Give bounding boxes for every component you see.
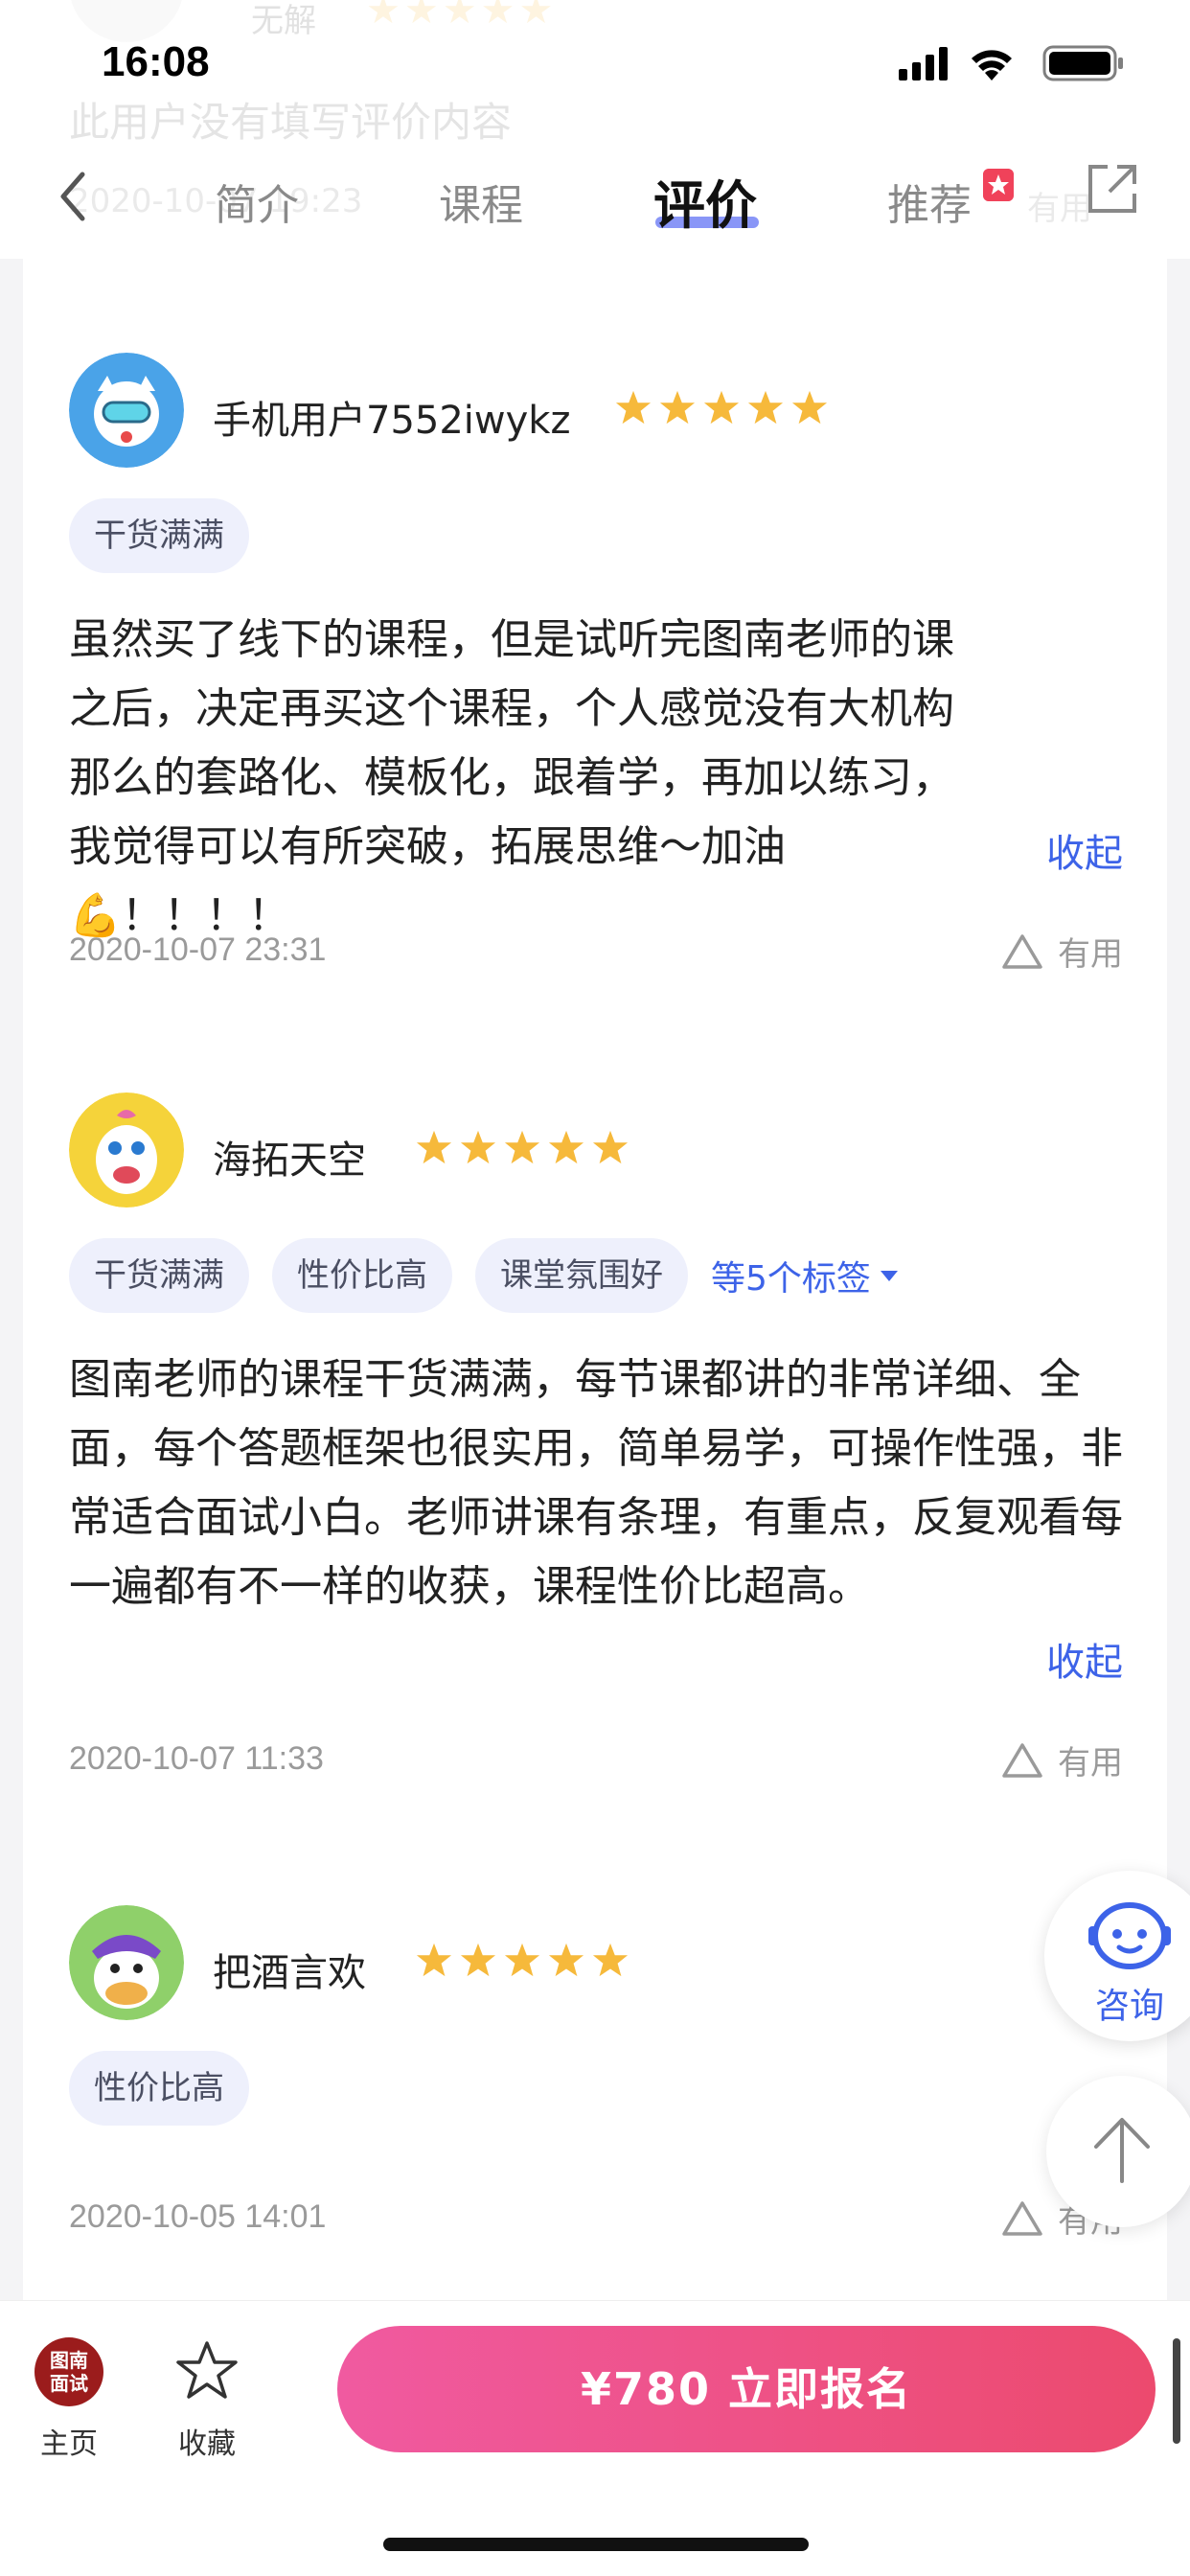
useful-label: 有用 — [1058, 1744, 1123, 1782]
review-date: 2020-10-05 14:01 — [69, 2198, 327, 2235]
bottom-action-bar: 图南 面试 主页 收藏 ¥780 立即报名 — [0, 2300, 1190, 2576]
review-tag[interactable]: 干货满满 — [69, 1238, 249, 1313]
review-body: 图南老师的课程干货满满，每节课都讲的非常详细、全面，每个答题框架也很实用，简单易… — [69, 1355, 1123, 1611]
home-label[interactable]: 主页 — [40, 2420, 98, 2462]
reviewer-name: 海拓天空 — [213, 1138, 366, 1183]
home-logo[interactable]: 图南 面试 — [34, 2337, 103, 2406]
review-tag[interactable]: 性价比高 — [272, 1238, 452, 1313]
logo-text-bottom: 面试 — [50, 2372, 88, 2395]
star-icon — [416, 1943, 452, 1977]
star-icon — [416, 1130, 452, 1164]
collapse-link[interactable]: 收起 — [1046, 822, 1123, 878]
review-tag[interactable]: 干货满满 — [69, 498, 249, 573]
back-to-top-button[interactable] — [1046, 2076, 1190, 2227]
tag-list: 性价比高 — [69, 2051, 249, 2126]
status-icons — [899, 45, 1123, 81]
review-card: 把酒言欢 性价比高 2020-10-05 14:01 有用 — [69, 1905, 1123, 2250]
rating-stars — [615, 389, 828, 427]
logo-text-top: 图南 — [50, 2349, 88, 2372]
star-icon — [548, 1130, 584, 1164]
left-gutter — [0, 259, 23, 2300]
tag-list: 干货满满 — [69, 498, 249, 573]
star-icon — [615, 390, 652, 425]
home-indicator — [383, 2538, 809, 2551]
star-icon — [460, 1943, 496, 1977]
tag-list: 干货满满 性价比高 课堂氛围好 等5个标签 — [69, 1238, 900, 1313]
consult-label: 咨询 — [1094, 1987, 1164, 2026]
thumb-triangle-icon — [1002, 1742, 1042, 1778]
rating-stars — [416, 1129, 629, 1167]
signal-icon — [899, 47, 948, 80]
arrow-up-icon — [1094, 2118, 1150, 2183]
favorite-label[interactable]: 收藏 — [178, 2420, 236, 2462]
star-icon — [747, 390, 784, 425]
thumb-triangle-icon — [1002, 2200, 1042, 2236]
more-tags-toggle[interactable]: 等5个标签 — [711, 1251, 900, 1300]
tab-course[interactable]: 课程 — [439, 171, 523, 232]
review-date: 2020-10-07 23:31 — [69, 932, 327, 968]
star-icon — [592, 1943, 629, 1977]
rating-stars — [416, 1942, 629, 1980]
reviewer-name: 手机用户7552iwykz — [213, 399, 571, 443]
star-icon — [791, 390, 828, 425]
nav-bar: 简介 课程 评价 推荐 — [0, 134, 1190, 259]
collapse-link[interactable]: 收起 — [1046, 1631, 1123, 1687]
tab-intro[interactable]: 简介 — [215, 171, 299, 232]
status-time: 16:08 — [102, 38, 210, 85]
avatar[interactable] — [69, 1092, 184, 1208]
avatar[interactable] — [69, 1905, 184, 2020]
star-icon — [460, 1130, 496, 1164]
review-tag[interactable]: 课堂氛围好 — [475, 1238, 688, 1313]
star-icon — [504, 1943, 540, 1977]
more-tags-label: 等5个标签 — [711, 1259, 871, 1299]
consult-robot-icon — [1088, 1902, 1171, 1969]
review-date: 2020-10-07 11:33 — [69, 1740, 324, 1777]
review-tag[interactable]: 性价比高 — [69, 2051, 249, 2126]
share-icon[interactable] — [1085, 161, 1140, 217]
star-icon — [504, 1130, 540, 1164]
star-icon — [703, 390, 740, 425]
useful-button[interactable]: 有用 — [1000, 1736, 1123, 1783]
scroll-indicator — [1173, 2338, 1180, 2444]
avatar[interactable] — [69, 353, 184, 468]
consult-button[interactable]: 咨询 — [1044, 1871, 1190, 2041]
review-body: 虽然买了线下的课程，但是试听完图南老师的课之后，决定再买这个课程，个人感觉没有大… — [69, 615, 954, 940]
star-icon — [592, 1130, 629, 1164]
review-card: 手机用户7552iwykz 干货满满 虽然买了线下的课程，但是试听完图南老师的课… — [69, 353, 1123, 1004]
status-bar: 16:08 — [0, 0, 1190, 134]
thumb-triangle-icon — [1002, 933, 1042, 969]
enroll-button[interactable]: ¥780 立即报名 — [337, 2326, 1156, 2452]
review-card: 海拓天空 干货满满 性价比高 课堂氛围好 等5个标签 图南老师的课程干货满满，每… — [69, 1092, 1123, 1802]
favorite-star-icon[interactable] — [176, 2339, 238, 2401]
tab-recommend[interactable]: 推荐 — [887, 171, 972, 232]
star-icon — [548, 1943, 584, 1977]
recommend-badge-icon — [983, 169, 1014, 201]
wifi-icon — [972, 50, 1012, 80]
useful-button[interactable]: 有用 — [1000, 928, 1123, 975]
tab-reviews[interactable]: 评价 — [653, 163, 757, 239]
battery-icon — [1042, 45, 1123, 81]
useful-label: 有用 — [1058, 935, 1123, 974]
star-icon — [659, 390, 696, 425]
reviewer-name: 把酒言欢 — [213, 1951, 366, 1995]
caret-down-icon — [880, 1271, 898, 1281]
back-arrow-icon[interactable] — [50, 163, 96, 230]
